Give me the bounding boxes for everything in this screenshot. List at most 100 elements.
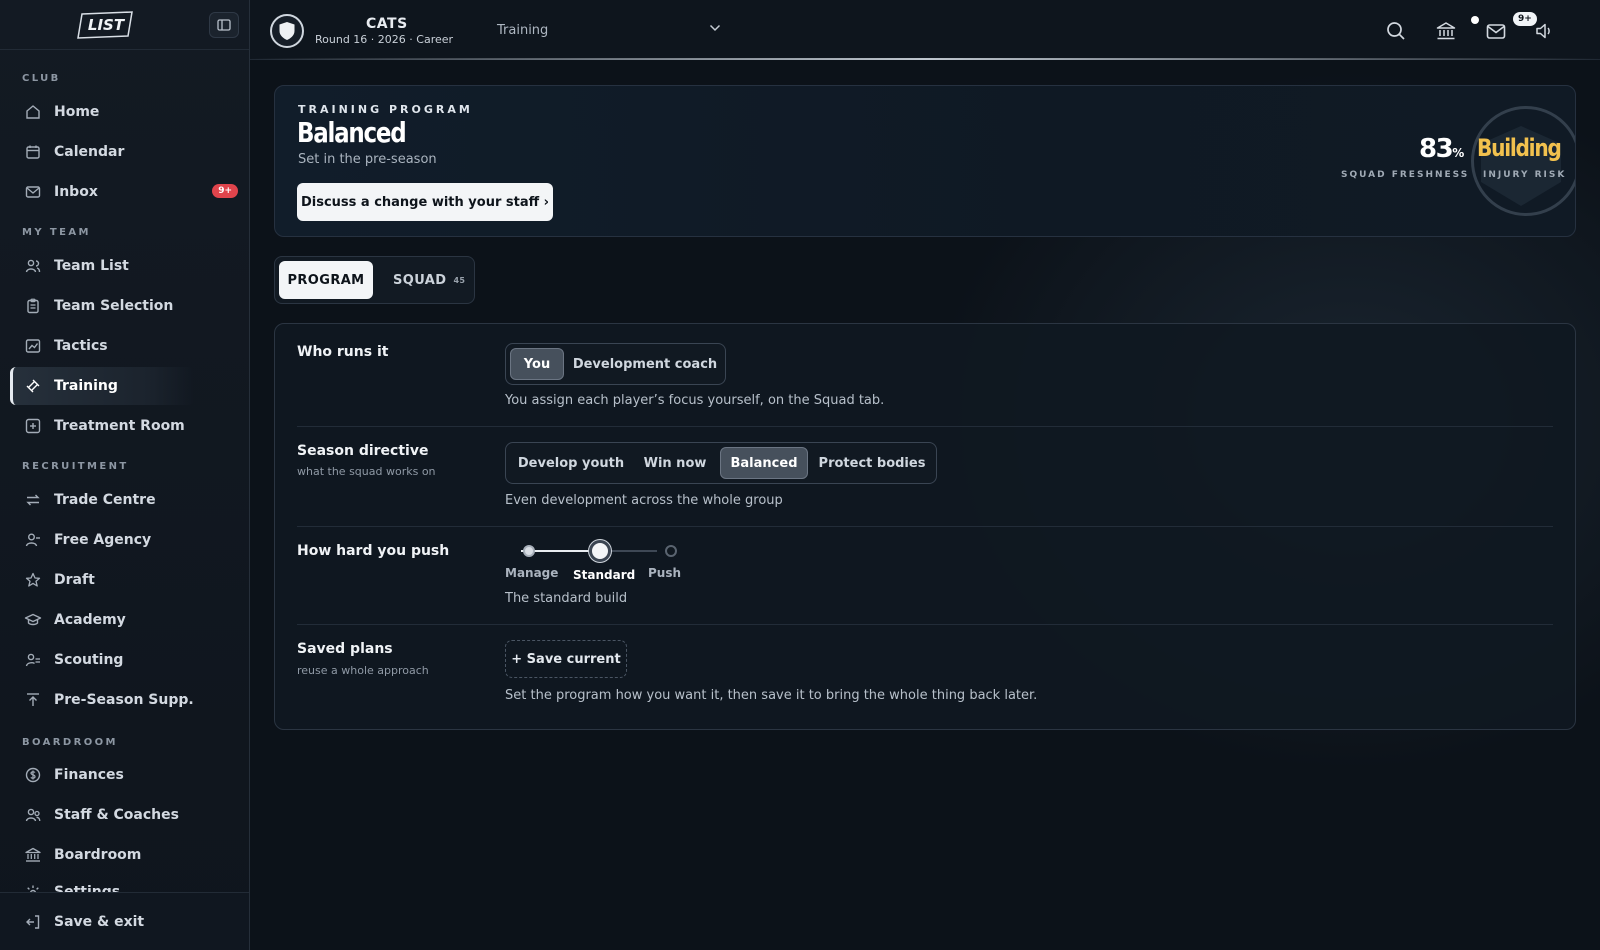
slider-stop-manage[interactable] xyxy=(523,545,535,557)
sidebar-item-boardroom[interactable]: Boardroom xyxy=(10,836,194,874)
sidebar-item-free-agency[interactable]: Free Agency xyxy=(10,521,194,559)
sidebar-item-label: Inbox xyxy=(54,184,98,200)
save-exit-button[interactable]: Save & exit xyxy=(10,903,194,941)
saved-plans-help: Set the program how you want it, then sa… xyxy=(505,688,1038,703)
sidebar-collapse-button[interactable] xyxy=(209,12,239,38)
dumbbell-icon xyxy=(26,379,40,393)
sidebar-item-calendar[interactable]: Calendar xyxy=(10,133,194,171)
sidebar-toggle-icon xyxy=(217,19,231,31)
slider-track-empty xyxy=(607,550,657,552)
sidebar-item-label: Free Agency xyxy=(54,532,152,548)
option-protect-bodies[interactable]: Protect bodies xyxy=(812,447,932,479)
sidebar-item-academy[interactable]: Academy xyxy=(10,601,194,639)
search-icon[interactable] xyxy=(1385,20,1407,42)
mail-badge: 9+ xyxy=(1513,12,1537,26)
injury-risk-label: INJURY RISK xyxy=(1483,170,1567,180)
tab-program[interactable]: PROGRAM xyxy=(279,261,373,299)
sidebar-item-inbox[interactable]: Inbox 9+ xyxy=(10,173,238,211)
sidebar-item-label: Scouting xyxy=(54,652,124,668)
sidebar-item-scouting[interactable]: Scouting xyxy=(10,641,194,679)
app-logo[interactable]: LIST xyxy=(76,10,136,40)
sidebar-item-label: Boardroom xyxy=(54,847,142,863)
clipboard-icon xyxy=(27,298,39,314)
volume-icon[interactable] xyxy=(1533,20,1555,42)
program-title: Balanced xyxy=(297,116,407,149)
section-label-boardroom: BOARDROOM xyxy=(22,737,118,748)
tab-squad[interactable]: SQUAD 45 xyxy=(393,261,465,299)
sidebar-item-home[interactable]: Home xyxy=(10,93,194,131)
sidebar-footer: Save & exit xyxy=(0,892,249,950)
user-plus-icon xyxy=(25,533,40,547)
who-runs-it-title: Who runs it xyxy=(297,344,389,360)
push-label-manage: Manage xyxy=(505,566,559,580)
sidebar-item-finances[interactable]: Finances xyxy=(10,756,194,794)
sidebar-item-trade-centre[interactable]: Trade Centre xyxy=(10,481,194,519)
sidebar-header: LIST xyxy=(0,0,249,50)
row-divider xyxy=(297,526,1553,527)
push-label-standard: Standard xyxy=(573,568,636,582)
sidebar-item-team-list[interactable]: Team List xyxy=(10,247,194,285)
round-info: Round 16 · 2026 · Career xyxy=(315,33,454,46)
sidebar-item-label: Training xyxy=(54,378,118,394)
season-directive-title: Season directive xyxy=(297,443,429,459)
notification-dot xyxy=(1471,16,1479,24)
sidebar-item-tactics[interactable]: Tactics xyxy=(10,327,194,365)
save-exit-label: Save & exit xyxy=(54,914,145,930)
sidebar-item-label: Staff & Coaches xyxy=(54,807,179,823)
squad-freshness-value: 83% xyxy=(1419,134,1465,164)
saved-plans-title: Saved plans xyxy=(297,641,393,657)
users-icon xyxy=(25,808,41,822)
push-label-push: Push xyxy=(648,566,682,580)
breadcrumb: Training xyxy=(497,23,549,38)
slider-knob-standard[interactable] xyxy=(589,540,611,562)
team-crest-icon[interactable] xyxy=(270,14,304,48)
calendar-icon xyxy=(26,145,40,159)
top-bar-highlight xyxy=(250,58,1600,60)
inbox-badge: 9+ xyxy=(212,184,238,198)
sidebar-item-staff-coaches[interactable]: Staff & Coaches xyxy=(10,796,194,834)
season-directive-selector: Develop youth Win now Balanced Protect b… xyxy=(505,442,937,484)
team-name[interactable]: CATS xyxy=(366,16,408,32)
sidebar-item-label: Trade Centre xyxy=(54,492,156,508)
bank-icon xyxy=(25,847,41,862)
discuss-change-button[interactable]: Discuss a change with your staff › xyxy=(297,183,553,221)
program-subtitle: Set in the pre-season xyxy=(298,152,437,167)
push-help: The standard build xyxy=(505,591,628,606)
option-development-coach[interactable]: Development coach xyxy=(568,348,722,380)
sidebar-item-label: Team List xyxy=(54,258,129,274)
season-directive-sub: what the squad works on xyxy=(297,465,436,478)
row-divider xyxy=(297,426,1553,427)
squad-freshness-label: SQUAD FRESHNESS xyxy=(1341,170,1470,180)
sidebar-item-draft[interactable]: Draft xyxy=(10,561,194,599)
option-you[interactable]: You xyxy=(510,348,564,380)
sidebar-item-label: Home xyxy=(54,104,100,120)
sidebar-item-label: Finances xyxy=(54,767,124,783)
sidebar-item-treatment-room[interactable]: Treatment Room xyxy=(10,407,194,445)
sidebar-item-label: Calendar xyxy=(54,144,125,160)
mail-icon[interactable] xyxy=(1485,20,1507,42)
log-out-icon xyxy=(26,915,40,929)
sidebar-item-pre-season-supp[interactable]: Pre-Season Supp. xyxy=(10,681,194,719)
sidebar-item-settings[interactable]: Settings xyxy=(10,876,194,892)
sidebar-item-label: Treatment Room xyxy=(54,418,185,434)
save-current-button[interactable]: + Save current xyxy=(505,640,627,678)
graduation-cap-icon xyxy=(24,613,42,626)
option-win-now[interactable]: Win now xyxy=(634,447,716,479)
sidebar: LIST CLUB Home Calendar Inbox 9+ MY TEAM… xyxy=(0,0,250,950)
dollar-circle-icon xyxy=(25,767,41,783)
sidebar-item-team-selection[interactable]: Team Selection xyxy=(10,287,194,325)
injury-risk-value: Building xyxy=(1477,134,1562,162)
users-icon xyxy=(25,259,41,273)
arrow-up-bar-icon xyxy=(27,693,39,706)
option-develop-youth[interactable]: Develop youth xyxy=(510,447,632,479)
program-panel: Who runs it You Development coach You as… xyxy=(274,323,1576,730)
sidebar-item-training[interactable]: Training xyxy=(10,367,194,405)
chevron-down-icon[interactable] xyxy=(709,24,721,32)
sidebar-item-label: Pre-Season Supp. xyxy=(54,692,194,708)
option-balanced[interactable]: Balanced xyxy=(720,447,808,479)
star-icon xyxy=(25,572,41,587)
bank-icon[interactable] xyxy=(1435,20,1457,42)
slider-stop-push[interactable] xyxy=(665,545,677,557)
gear-icon xyxy=(27,885,39,892)
sidebar-item-label: Tactics xyxy=(54,338,108,354)
